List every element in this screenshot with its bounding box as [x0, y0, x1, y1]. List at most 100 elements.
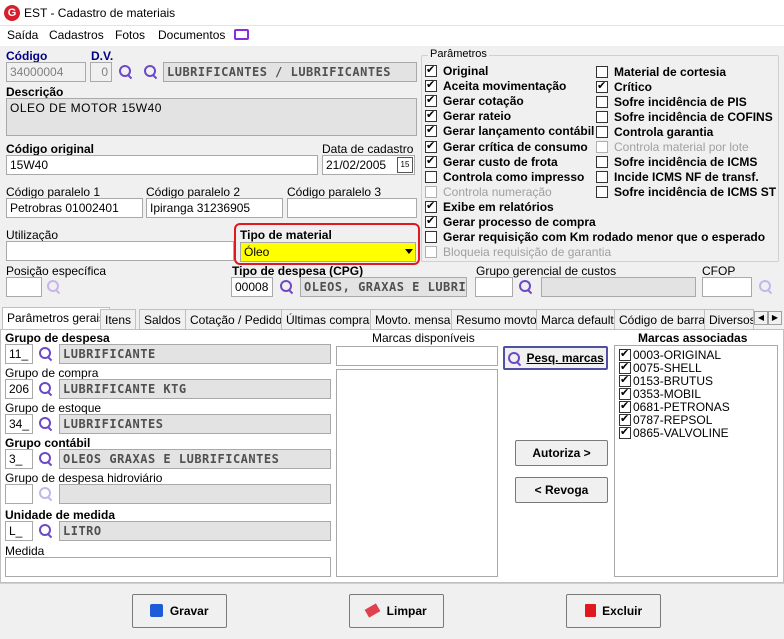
checkbox-box[interactable]: [425, 231, 437, 244]
search-icon[interactable]: [38, 416, 54, 432]
tab-diversos[interactable]: Diversos: [704, 309, 754, 329]
posicao-label: Posição específica: [6, 264, 107, 278]
grupo-compra-label: Grupo de compra: [5, 366, 99, 380]
checkbox-box[interactable]: [425, 199, 437, 213]
medida-label: Medida: [5, 544, 45, 558]
dv-field[interactable]: 0: [90, 62, 112, 82]
posicao-field[interactable]: [6, 277, 42, 297]
checkbox-label: Incide ICMS NF de transf.: [614, 170, 759, 184]
paralelo3-field[interactable]: [287, 198, 417, 218]
tab-itens[interactable]: Itens: [100, 309, 137, 329]
marca-assoc-label: 0865-VALVOLINE: [633, 426, 729, 440]
grupo-gerencial-code[interactable]: [475, 277, 513, 297]
checkbox-label: Controla numeração: [443, 184, 552, 199]
grupo-contabil-code[interactable]: 3_: [5, 449, 33, 469]
checkbox-box[interactable]: [425, 185, 437, 198]
grupo-despesa-code[interactable]: 11_: [5, 344, 33, 364]
revoga-button[interactable]: < Revoga: [515, 477, 608, 503]
checkbox-box[interactable]: [425, 108, 437, 123]
autoriza-button[interactable]: Autoriza >: [515, 440, 608, 466]
menu-saida[interactable]: Saída: [7, 28, 38, 42]
tipo-material-select[interactable]: Óleo: [240, 242, 416, 262]
footer-separator: [0, 583, 784, 584]
tab-marca-default[interactable]: Marca default: [536, 309, 619, 329]
tab-saldos[interactable]: Saldos: [139, 309, 186, 329]
monitor-icon[interactable]: [234, 29, 249, 40]
search-icon[interactable]: [518, 279, 534, 295]
medida-field[interactable]: [5, 557, 331, 577]
checkbox-box[interactable]: [425, 123, 437, 138]
search-icon[interactable]: [38, 486, 54, 502]
marcas-assoc-label: Marcas associadas: [638, 331, 748, 345]
checkbox-box[interactable]: [596, 111, 608, 123]
marca-assoc-label: 0075-SHELL: [633, 361, 702, 375]
checkbox-box[interactable]: [596, 66, 608, 78]
checkbox-label: Gerar cotação: [443, 94, 524, 109]
limpar-button[interactable]: Limpar: [349, 594, 444, 628]
tab-resumo-movto[interactable]: Resumo movto.: [451, 309, 546, 329]
marcas-disp-search[interactable]: [336, 346, 498, 366]
search-icon[interactable]: [38, 346, 54, 362]
tab-parametros-gerais[interactable]: Parâmetros gerais: [2, 307, 111, 330]
codigo-field[interactable]: 34000004: [6, 62, 86, 82]
tab-cotacao-pedido[interactable]: Cotação / Pedido: [185, 309, 288, 329]
tab-scroll-left-icon[interactable]: ◀: [754, 311, 768, 325]
checkbox-box[interactable]: [425, 78, 437, 93]
marcas-disp-list[interactable]: [336, 369, 498, 577]
checkbox-box[interactable]: [596, 171, 608, 183]
codigo-label: Código: [6, 49, 48, 63]
utilizacao-field[interactable]: [6, 241, 234, 261]
trash-icon: [584, 604, 596, 617]
excluir-button[interactable]: Excluir: [566, 594, 661, 628]
paralelo1-field[interactable]: Petrobras 01002401: [6, 198, 143, 218]
search-icon[interactable]: [143, 64, 159, 80]
unidade-code[interactable]: L_: [5, 521, 33, 541]
marca-assoc-label: 0153-BRUTUS: [633, 374, 714, 388]
material-group-field: LUBRIFICANTES / LUBRIFICANTES: [163, 62, 417, 82]
search-icon[interactable]: [118, 64, 134, 80]
search-icon[interactable]: [46, 279, 62, 295]
tipo-despesa-code[interactable]: 00008: [231, 277, 273, 297]
tab-ultimas-compras[interactable]: Últimas compras: [281, 309, 381, 329]
codigo-original-field[interactable]: 15W40: [6, 155, 318, 175]
checkbox-box[interactable]: [619, 425, 631, 439]
grupo-hidro-code[interactable]: [5, 484, 33, 504]
chevron-down-icon[interactable]: [405, 249, 413, 254]
checkbox-box[interactable]: [596, 156, 608, 168]
gravar-button[interactable]: Gravar: [132, 594, 227, 628]
checkbox-box[interactable]: [425, 246, 437, 259]
menu-fotos[interactable]: Fotos: [115, 28, 145, 42]
checkbox-box[interactable]: [596, 141, 608, 153]
descricao-field[interactable]: OLEO DE MOTOR 15W40: [6, 98, 417, 136]
tab-codigo-barras[interactable]: Código de barras: [614, 309, 717, 329]
checkbox-box[interactable]: [596, 126, 608, 138]
menu-documentos[interactable]: Documentos: [158, 28, 225, 42]
checkbox-box[interactable]: [425, 93, 437, 108]
checkbox-box[interactable]: [425, 170, 437, 183]
tipo-material-label: Tipo de material: [240, 228, 332, 242]
search-icon[interactable]: [758, 279, 774, 295]
checkbox-box[interactable]: [425, 63, 437, 77]
tab-scroll-right-icon[interactable]: ▶: [768, 311, 782, 325]
grupo-hidro-label: Grupo de despesa hidroviário: [5, 471, 163, 485]
tab-movto-mensal[interactable]: Movto. mensal: [370, 309, 459, 329]
checkbox-box[interactable]: [596, 96, 608, 108]
grupo-estoque-code[interactable]: 34_: [5, 414, 33, 434]
checkbox-label: Original: [443, 64, 489, 78]
search-icon[interactable]: [38, 381, 54, 397]
paralelo2-field[interactable]: Ipiranga 31236905: [146, 198, 283, 218]
grupo-compra-code[interactable]: 206: [5, 379, 33, 399]
checkbox-box[interactable]: [596, 79, 608, 93]
menu-cadastros[interactable]: Cadastros: [49, 28, 104, 42]
checkbox-box[interactable]: [596, 186, 608, 198]
search-icon[interactable]: [38, 451, 54, 467]
checkbox-box[interactable]: [425, 214, 437, 228]
calendar-icon[interactable]: 15: [397, 157, 413, 173]
search-icon[interactable]: [38, 523, 54, 539]
checkbox-box[interactable]: [425, 139, 437, 153]
search-icon[interactable]: [279, 279, 295, 295]
tipo-despesa-desc: OLEOS, GRAXAS E LUBRIF: [300, 277, 467, 297]
pesq-marcas-button[interactable]: Pesq. marcas: [503, 346, 608, 370]
checkbox-box[interactable]: [425, 154, 437, 168]
cfop-field[interactable]: [702, 277, 752, 297]
